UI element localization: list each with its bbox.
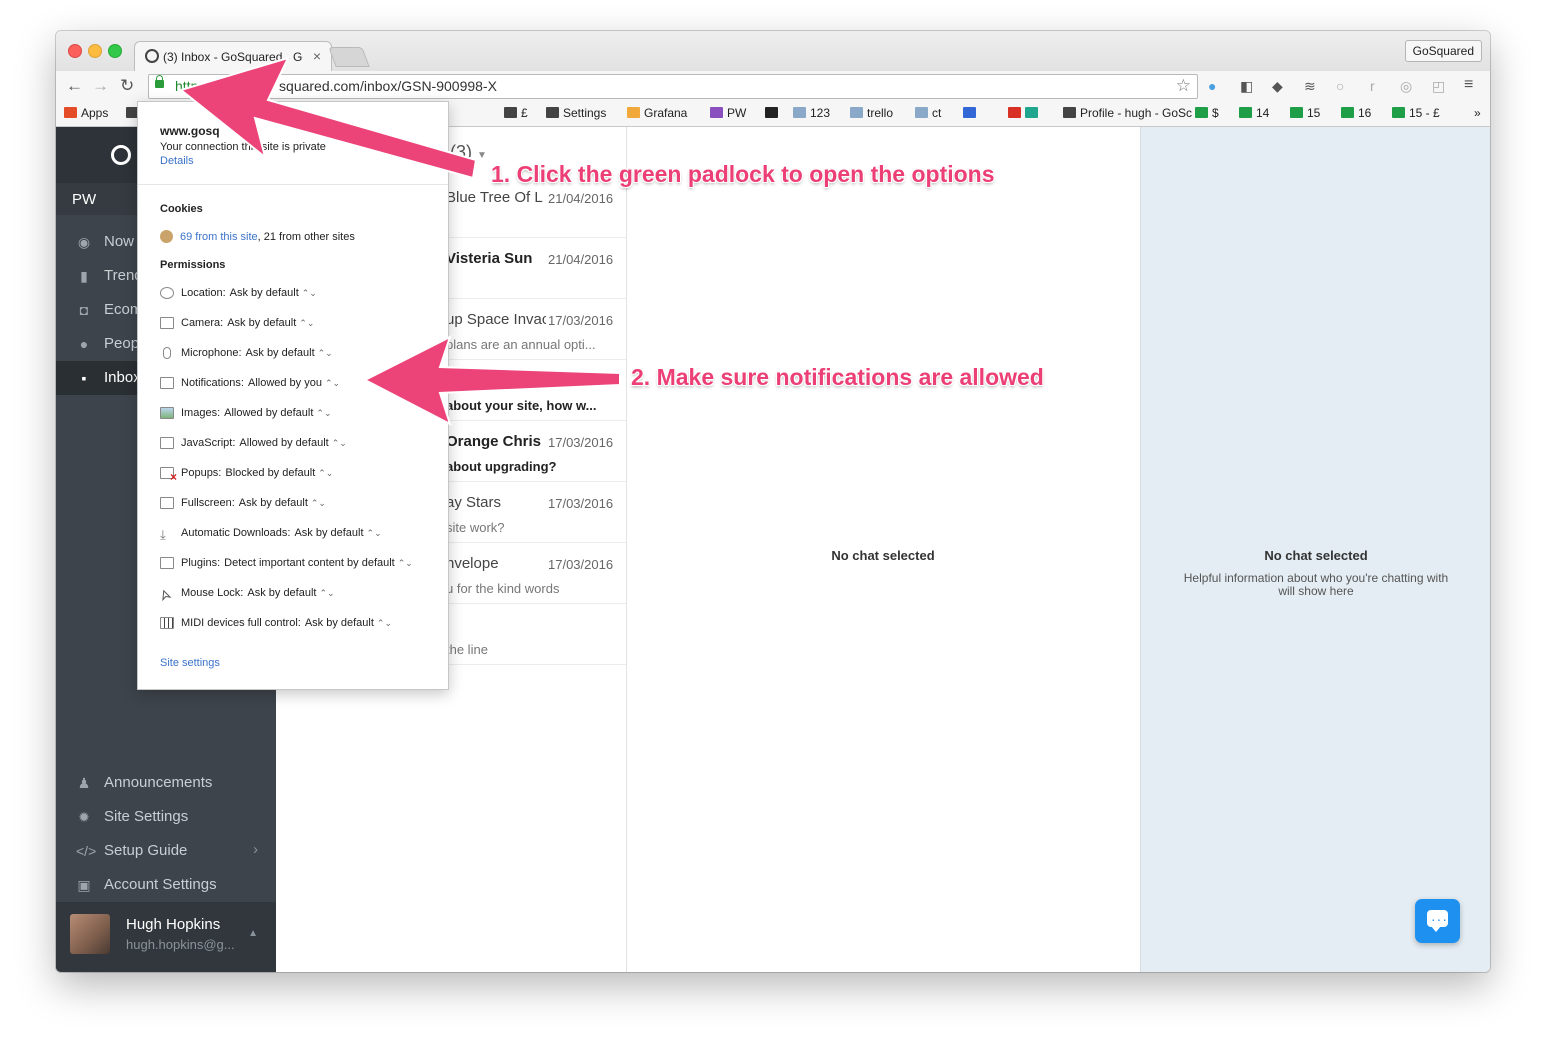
annotation-step-1: 1. Click the green padlock to open the o…	[491, 161, 995, 187]
annotation-step-2: 2. Make sure notifications are allowed	[631, 364, 1044, 390]
arrow-to-notifications	[362, 335, 621, 427]
arrow-to-padlock	[178, 56, 478, 180]
annotation-arrows	[178, 56, 621, 427]
